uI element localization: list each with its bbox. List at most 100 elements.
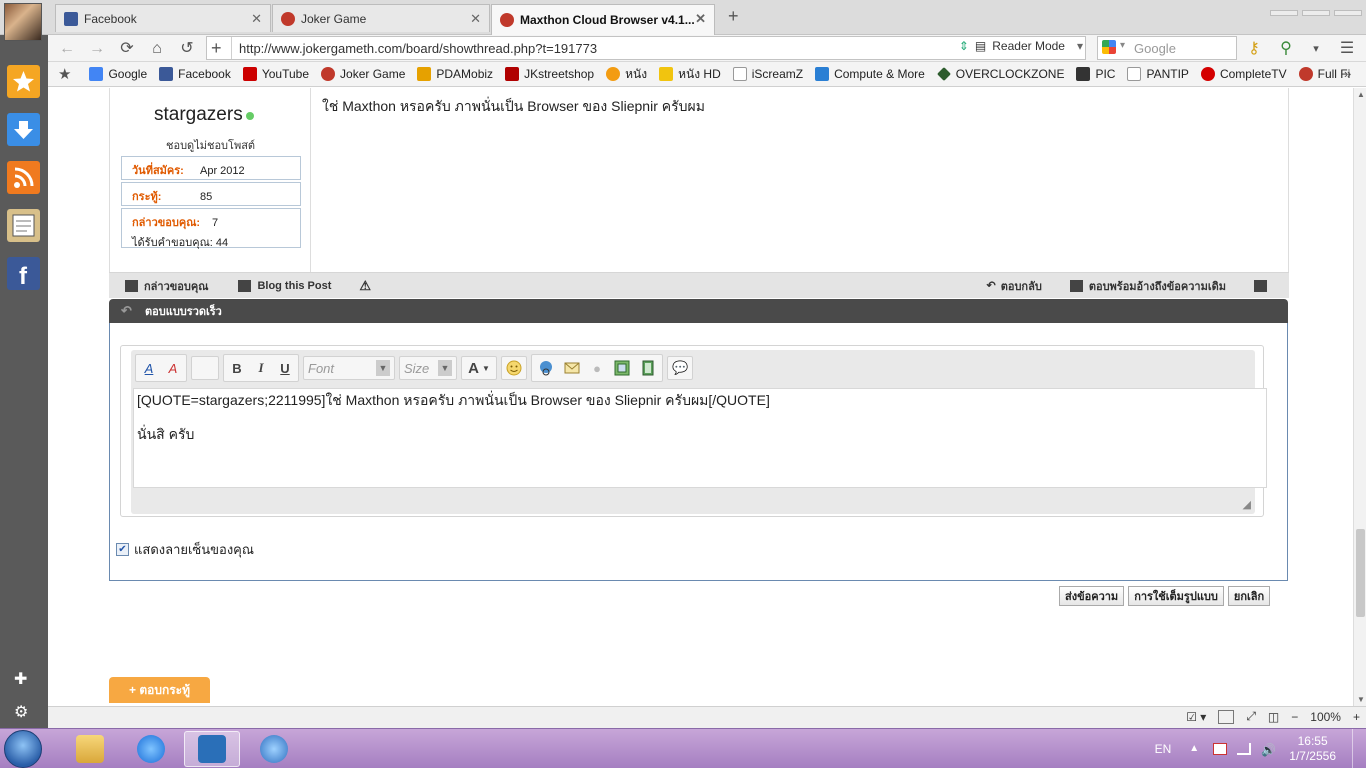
forward-icon[interactable]: → [86,38,108,60]
close-window-button[interactable] [1334,10,1362,16]
close-icon[interactable]: ✕ [251,11,262,27]
zoom-in-icon[interactable]: + [1353,710,1360,724]
explorer-taskbar-button[interactable] [62,731,118,767]
rss-detect-icon[interactable]: ⇕ [959,39,969,53]
show-desktop-button[interactable] [1352,729,1366,768]
minimize-button[interactable] [1270,10,1298,16]
bookmark-google[interactable]: Google [89,67,147,81]
maxthon-taskbar-button[interactable] [184,731,240,767]
smiley-icon[interactable] [501,356,527,380]
bookmark-pantip[interactable]: PANTIP [1127,67,1189,81]
image-icon[interactable] [610,356,634,380]
bookmark-overclockzone[interactable]: OVERCLOCKZONE [936,67,1064,81]
maximize-button[interactable] [1302,10,1330,16]
signature-checkbox[interactable]: ✔ [116,543,129,556]
more-bookmarks-icon[interactable]: » [1344,66,1351,81]
itunes-taskbar-button[interactable] [246,731,302,767]
bookmark-iscreamz[interactable]: iScreamZ [732,67,803,81]
chevron-down-icon[interactable]: ▾ [1305,38,1327,60]
facebook-icon[interactable]: f [7,257,40,290]
reply-thread-button[interactable]: + ตอบกระทู้ [109,677,210,703]
cancel-button[interactable]: ยกเลิก [1227,586,1271,606]
url-text[interactable]: http://www.jokergameth.com/board/showthr… [239,41,597,56]
reader-mode-label[interactable]: Reader Mode [992,39,1065,53]
volume-icon[interactable]: 🔊 [1261,743,1276,757]
email-icon[interactable] [560,356,584,380]
fullscreen-icon[interactable]: ⤢ [1246,709,1256,724]
scroll-up-icon[interactable]: ▲ [1357,90,1365,99]
avatar[interactable] [4,3,42,41]
thank-button[interactable]: กล่าวขอบคุณ [125,277,208,295]
quote-icon[interactable]: 💬 [667,356,694,380]
reply-quote-button[interactable]: ตอบพร้อมอ้างถึงข้อความเดิม [1069,277,1226,295]
zoom-out-icon[interactable]: − [1291,710,1298,724]
blank-tool[interactable] [191,356,219,380]
signature-option[interactable]: ✔ แสดงลายเซ็นของคุณ [116,539,254,560]
bookmark-movie[interactable]: หนัง [606,65,647,84]
chevron-down-icon[interactable]: ▾ [1120,40,1125,51]
back-icon[interactable]: ← [56,38,78,60]
start-button[interactable] [4,730,42,768]
block-icon[interactable] [1218,709,1235,724]
rss-icon[interactable] [7,161,40,194]
action-center-icon[interactable] [1213,743,1228,755]
wysiwyg-mode-icon[interactable]: A [138,356,160,380]
language-indicator[interactable]: EN [1155,742,1172,756]
bookmark-full-fi[interactable]: Full Fi [1298,67,1350,81]
size-select[interactable]: Size ▼ [399,356,457,380]
download-icon[interactable] [7,113,40,146]
address-bar[interactable]: + http://www.jokergameth.com/board/showt… [206,36,1086,60]
bookmark-movie-hd[interactable]: หนัง HD [659,65,721,84]
username-link[interactable]: stargazers [154,104,254,126]
user-icon[interactable]: ⚲ [1275,38,1297,60]
refresh-icon[interactable]: ⟳ [116,38,138,60]
reader-mode-icon[interactable]: ▤ [975,39,986,53]
add-icon[interactable]: ✚ [14,669,27,689]
reply-button[interactable]: ↶ ตอบกลับ [986,277,1041,295]
notepad-icon[interactable] [7,209,40,242]
scrollbar-thumb[interactable] [1356,529,1365,617]
scroll-down-icon[interactable]: ▼ [1357,695,1365,704]
show-hidden-icons-icon[interactable]: ▲ [1189,743,1203,755]
unlink-icon[interactable]: ● [586,356,608,380]
close-icon[interactable]: ✕ [470,11,481,27]
gear-icon[interactable]: ⚙ [14,702,28,722]
font-select[interactable]: Font ▼ [303,356,395,380]
network-icon[interactable] [1237,743,1252,755]
close-icon[interactable]: ✕ [695,11,706,27]
bookmark-pic[interactable]: PIC [1076,67,1115,81]
text-color-icon[interactable]: A ▼ [461,356,497,380]
bookmark-jkstreetshop[interactable]: JKstreetshop [505,67,594,81]
chevron-down-icon[interactable]: ▾ [1077,39,1083,53]
bookmark-pdamobiz[interactable]: PDAMobiz [417,67,493,81]
menu-icon[interactable]: ☰ [1336,38,1358,60]
clock[interactable]: 16:55 1/7/2556 [1289,734,1336,764]
key-icon[interactable]: ⚷ [1243,38,1265,60]
username-text[interactable]: stargazers [154,104,243,125]
submit-button[interactable]: ส่งข้อความ [1059,586,1125,606]
tab-joker-game[interactable]: Joker Game ✕ [272,4,490,32]
search-input[interactable]: ▾ Google [1097,36,1237,60]
new-tab-button[interactable]: + [728,6,739,27]
blog-post-button[interactable]: Blog this Post [238,279,331,292]
undo-close-icon[interactable]: ↺ [176,38,198,60]
scrollbar[interactable]: ▲ ▼ [1353,88,1366,706]
bookmark-youtube[interactable]: YouTube [242,67,309,81]
bookmark-compute-more[interactable]: Compute & More [815,67,925,81]
bookmark-completetv[interactable]: CompleteTV [1200,67,1287,81]
multi-quote-button[interactable] [1254,279,1273,292]
home-icon[interactable]: ⌂ [146,38,168,60]
link-icon[interactable] [534,356,558,380]
remove-format-icon[interactable]: A [162,356,184,380]
collapse-icon[interactable]: ↶ [121,303,132,319]
underline-icon[interactable]: U [274,356,296,380]
star-icon[interactable]: ★ [58,65,71,83]
bookmark-joker-game[interactable]: Joker Game [321,67,405,81]
split-view-icon[interactable]: ◫ [1268,710,1279,724]
bookmark-facebook[interactable]: Facebook [159,67,231,81]
video-icon[interactable] [636,356,660,380]
resize-handle-icon[interactable]: ◢ [1243,498,1251,511]
tab-maxthon[interactable]: Maxthon Cloud Browser v4.1... ✕ [491,4,715,35]
italic-icon[interactable]: I [250,356,272,380]
favorites-icon[interactable] [7,65,40,98]
